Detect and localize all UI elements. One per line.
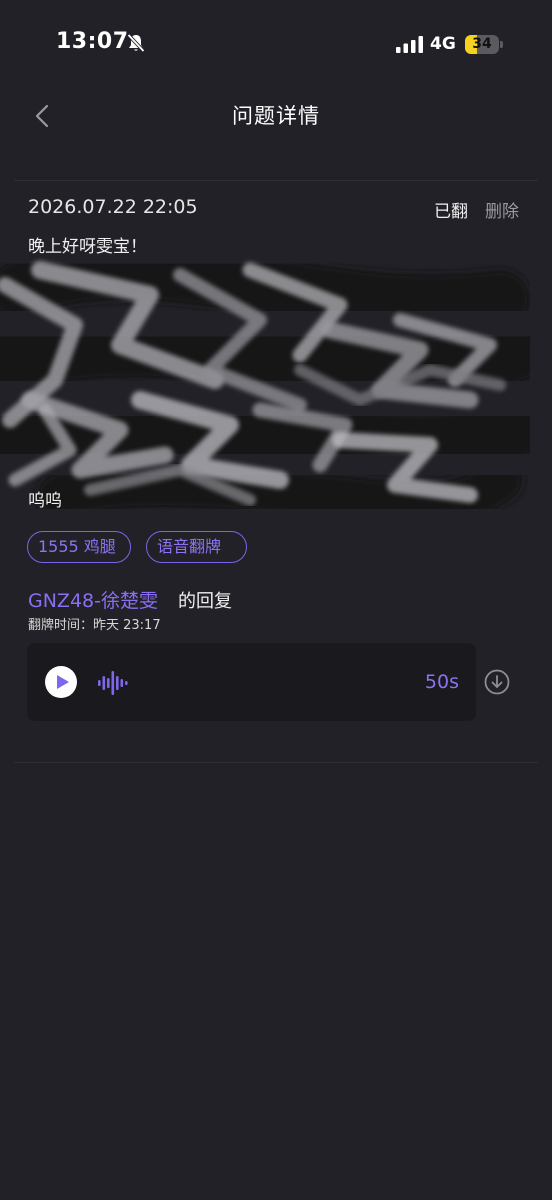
question-date: 2026.07.22 22:05 (28, 196, 198, 218)
reply-suffix: 的回复 (178, 591, 232, 612)
reply-author[interactable]: GNZ48-徐楚雯 (28, 586, 158, 613)
play-button[interactable] (45, 666, 77, 698)
status-time: 13:07 (56, 29, 129, 54)
delete-button[interactable]: 删除 (485, 197, 519, 222)
page-title: 问题详情 (232, 104, 320, 128)
divider (14, 762, 538, 763)
waveform-icon (98, 671, 128, 695)
tag-voice-flip: 语音翻牌 (146, 531, 247, 563)
download-icon[interactable] (484, 669, 510, 695)
reply-time: 翻牌时间：昨天 23:17 (28, 618, 161, 633)
signal-icon (396, 36, 423, 53)
battery-level: 34 (472, 36, 492, 52)
flipped-status: 已翻 (434, 202, 468, 222)
question-text-tail: 呜呜 (28, 491, 62, 511)
divider (14, 180, 538, 181)
battery-icon: 34 (465, 35, 503, 55)
voice-player[interactable]: 50s (27, 643, 476, 721)
redaction-scribble (0, 250, 530, 527)
play-icon (57, 675, 69, 689)
tag-drumsticks: 1555 鸡腿 (27, 531, 131, 563)
voice-duration: 50s (424, 671, 459, 693)
status-bar: 13:07 4G 34 (0, 0, 552, 80)
bell-muted-icon (127, 33, 145, 53)
network-label: 4G (430, 34, 456, 54)
